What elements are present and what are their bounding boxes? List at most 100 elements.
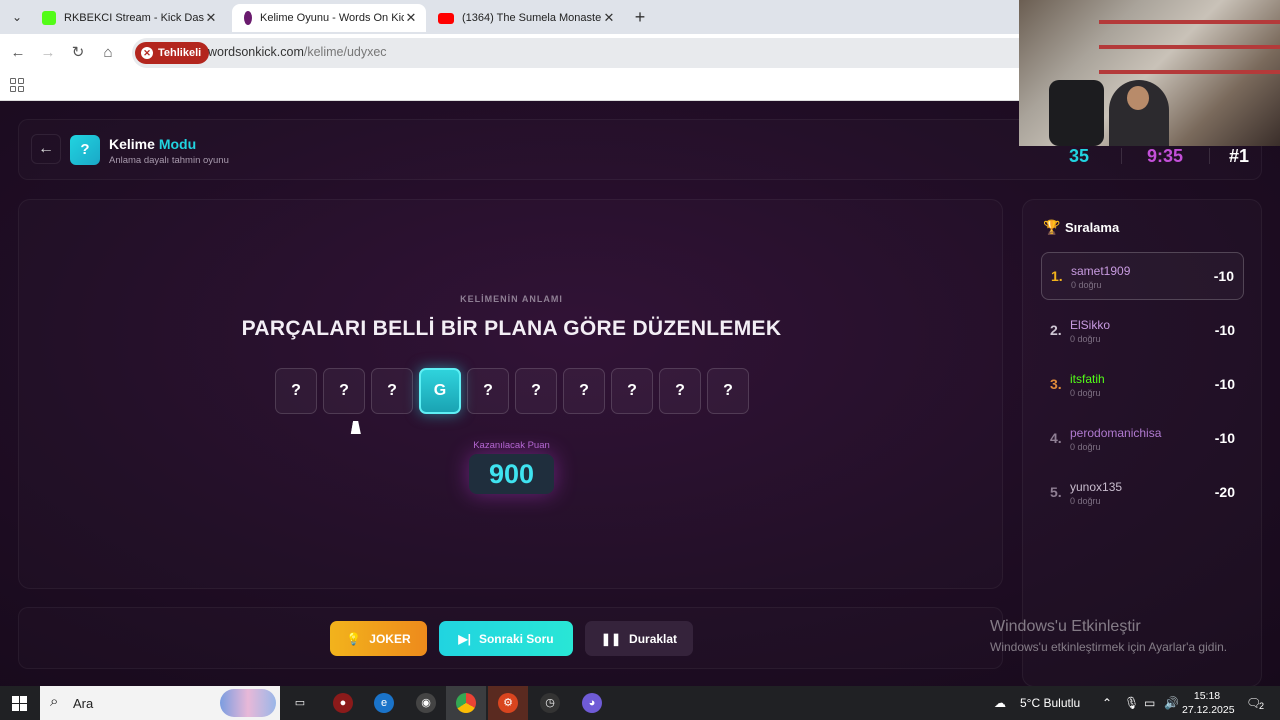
danger-icon: ✕ <box>141 47 153 59</box>
windows-start-icon[interactable] <box>12 696 27 711</box>
url-domain: wordsonkick.com <box>208 45 304 59</box>
app-orange-icon[interactable]: ⚙ <box>498 693 518 713</box>
skip-next-icon: ▶| <box>458 631 471 646</box>
leaderboard-rank: 4. <box>1050 430 1062 446</box>
clock-date: 27.12.2025 <box>1182 704 1235 716</box>
clock-app-icon[interactable]: ◷ <box>540 693 560 713</box>
word-mode-icon: ? <box>70 135 100 165</box>
stat-timer: 9:35 <box>1147 146 1184 166</box>
meaning-label: KELİMENİN ANLAMI <box>460 294 563 304</box>
points-value: 900 <box>469 454 554 494</box>
leaderboard-score: -10 <box>1213 268 1234 284</box>
webcam-chair <box>1049 80 1104 146</box>
chrome-icon[interactable] <box>456 693 476 713</box>
leaderboard-panel: 🏆 Sıralama 1. samet1909 0 doğru -10 2. E… <box>1022 199 1262 686</box>
stat-divider <box>1121 148 1122 164</box>
leaderboard-score: -10 <box>1214 430 1235 446</box>
pause-button[interactable]: ❚❚ Duraklat <box>585 621 693 656</box>
tab-close-icon[interactable]: ✕ <box>602 10 616 26</box>
leaderboard-rank: 3. <box>1050 376 1062 392</box>
weather-icon[interactable]: ☁ <box>994 696 1006 710</box>
weather-text[interactable]: 5°C Bulutlu <box>1020 696 1080 710</box>
letter-tile: ? <box>611 368 653 414</box>
words-on-kick-favicon-icon <box>244 11 252 25</box>
url-path: /kelime/udyxec <box>303 45 387 59</box>
obs-icon[interactable]: ◉ <box>416 693 436 713</box>
mode-title-accent: Modu <box>158 136 197 152</box>
word-meaning: PARÇALARI BELLİ BİR PLANA GÖRE DÜZENLEME… <box>241 317 782 340</box>
webcam-shelf <box>1099 20 1280 24</box>
leaderboard-correct: 0 doğru <box>1071 280 1102 290</box>
letter-tile: ? <box>371 368 413 414</box>
letter-tile: ? <box>563 368 605 414</box>
leaderboard-correct: 0 doğru <box>1070 388 1101 398</box>
next-question-button[interactable]: ▶| Sonraki Soru <box>439 621 573 656</box>
windows-activation-title: Windows'u Etkinleştir <box>990 618 1141 635</box>
tab-words-on-kick[interactable]: Kelime Oyunu - Words On Kick ✕ <box>232 4 426 32</box>
back-button[interactable]: ← <box>31 134 61 164</box>
windows-activation-subtitle: Windows'u etkinleştirmek için Ayarlar'a … <box>990 640 1228 654</box>
joker-button[interactable]: 💡 JOKER <box>330 621 427 656</box>
mode-title: Kelime Modu <box>109 136 196 152</box>
taskbar-clock[interactable]: 15:18 27.12.2025 <box>1182 689 1235 717</box>
action-bar: 💡 JOKER ▶| Sonraki Soru ❚❚ Duraklat <box>18 607 1003 669</box>
search-icon: ⌕ <box>50 693 59 710</box>
forward-arrow-icon[interactable]: → <box>38 43 58 63</box>
tab-close-icon[interactable]: ✕ <box>404 10 418 26</box>
microphone-icon[interactable]: 🎙 <box>1124 696 1139 710</box>
leaderboard-username: itsfatih <box>1070 372 1105 386</box>
tab-close-icon[interactable]: ✕ <box>204 10 218 26</box>
letter-tile: ? <box>707 368 749 414</box>
webcam-overlay <box>1019 0 1280 146</box>
pause-label: Duraklat <box>629 631 678 646</box>
leaderboard-row: 3. itsfatih 0 doğru -10 <box>1041 361 1244 409</box>
home-icon[interactable]: ⌂ <box>98 43 118 63</box>
discord-icon[interactable]: ◕ <box>582 693 602 713</box>
leaderboard-row: 5. yunox135 0 doğru -20 <box>1041 469 1244 517</box>
tab-kick-dashboard[interactable]: RKBEKCI Stream - Kick Dashboa ✕ <box>34 4 226 32</box>
edge-icon[interactable]: e <box>374 693 394 713</box>
reload-icon[interactable]: ↻ <box>68 43 88 63</box>
youtube-favicon-icon <box>438 12 454 24</box>
notification-count: 2 <box>1259 701 1265 711</box>
leaderboard-correct: 0 doğru <box>1070 334 1101 344</box>
game-panel: KELİMENİN ANLAMI PARÇALARI BELLİ BİR PLA… <box>18 199 1003 589</box>
leaderboard-username: yunox135 <box>1070 480 1123 494</box>
webcam-person-head <box>1127 86 1149 110</box>
app-red-icon[interactable]: ● <box>333 693 353 713</box>
tab-youtube[interactable]: (1364) The Sumela Monastery ✕ <box>430 4 624 32</box>
leaderboard-username: ElSikko <box>1070 318 1111 332</box>
stat-divider <box>1209 148 1210 164</box>
tab-search-chevron-icon[interactable]: ⌄ <box>6 8 28 26</box>
mode-title-word: Kelime <box>109 136 155 152</box>
task-view-icon[interactable]: ▭ <box>290 693 310 713</box>
next-question-label: Sonraki Soru <box>478 631 554 646</box>
clock-time: 15:18 <box>1193 690 1221 702</box>
letter-tile-revealed: G <box>419 368 461 414</box>
new-tab-button[interactable]: + <box>630 7 650 27</box>
apps-grid-icon[interactable] <box>10 78 24 92</box>
letter-tiles: ? ? ? G ? ? ? ? ? ? <box>275 368 755 416</box>
tab-title: (1364) The Sumela Monastery <box>462 12 602 24</box>
windows-taskbar: ⌕ Ara ▭ ● e ◉ ⚙ ◷ ◕ ☁ 5°C Bulutlu ⌃ 🎙 ▭ … <box>0 686 1280 720</box>
stat-rank: #1 <box>1229 146 1250 166</box>
taskbar-search[interactable]: ⌕ Ara <box>40 686 280 720</box>
security-warning-badge[interactable]: ✕ Tehlikeli <box>135 42 210 64</box>
leaderboard-rank: 5. <box>1050 484 1062 500</box>
letter-tile: ? <box>323 368 365 414</box>
leaderboard-score: -20 <box>1214 484 1235 500</box>
battery-icon[interactable]: ▭ <box>1144 696 1155 710</box>
webcam-shelf <box>1099 45 1280 49</box>
leaderboard-username: samet1909 <box>1071 264 1131 278</box>
security-warning-label: Tehlikeli <box>158 47 202 59</box>
url-text[interactable]: wordsonkick.com/kelime/udyxec <box>208 45 387 59</box>
leaderboard-rank: 1. <box>1051 268 1063 284</box>
tray-overflow-icon[interactable]: ⌃ <box>1102 696 1112 710</box>
mode-subtitle: Anlama dayalı tahmin oyunu <box>109 155 229 166</box>
back-arrow-icon[interactable]: ← <box>8 43 28 63</box>
lightbulb-icon: 💡 <box>346 631 362 646</box>
leaderboard-score: -10 <box>1214 376 1235 392</box>
volume-icon[interactable]: 🔊 <box>1164 696 1179 710</box>
tab-title: RKBEKCI Stream - Kick Dashboa <box>64 12 204 24</box>
trophy-icon: 🏆 <box>1043 219 1061 235</box>
